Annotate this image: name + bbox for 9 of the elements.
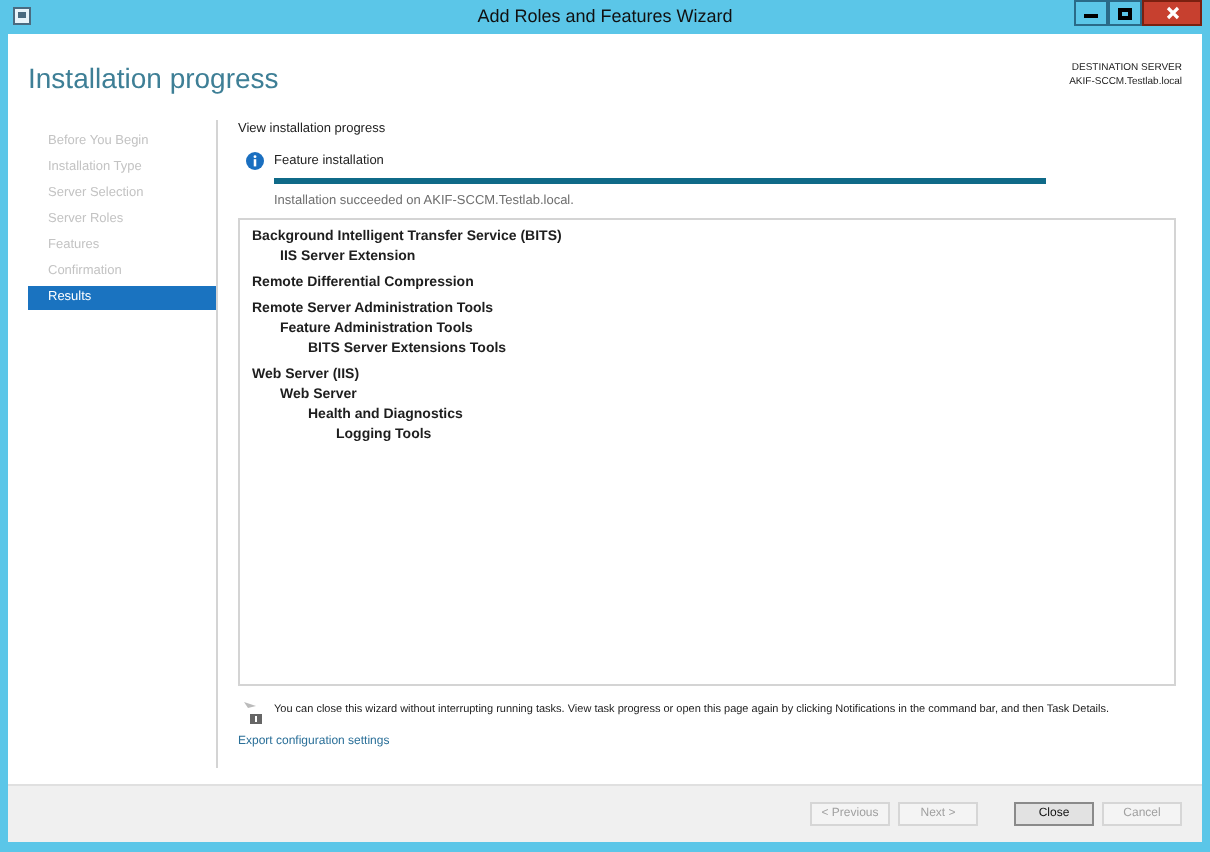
notification-flag-icon bbox=[244, 701, 264, 725]
maximize-button[interactable] bbox=[1108, 0, 1142, 26]
close-icon bbox=[1165, 6, 1179, 20]
app-icon bbox=[12, 6, 32, 26]
info-icon bbox=[246, 152, 264, 171]
page-title: Installation progress bbox=[28, 62, 279, 98]
window-title: Add Roles and Features Wizard bbox=[477, 3, 733, 30]
minimize-button[interactable] bbox=[1074, 0, 1108, 26]
close-window-button[interactable] bbox=[1142, 0, 1202, 26]
